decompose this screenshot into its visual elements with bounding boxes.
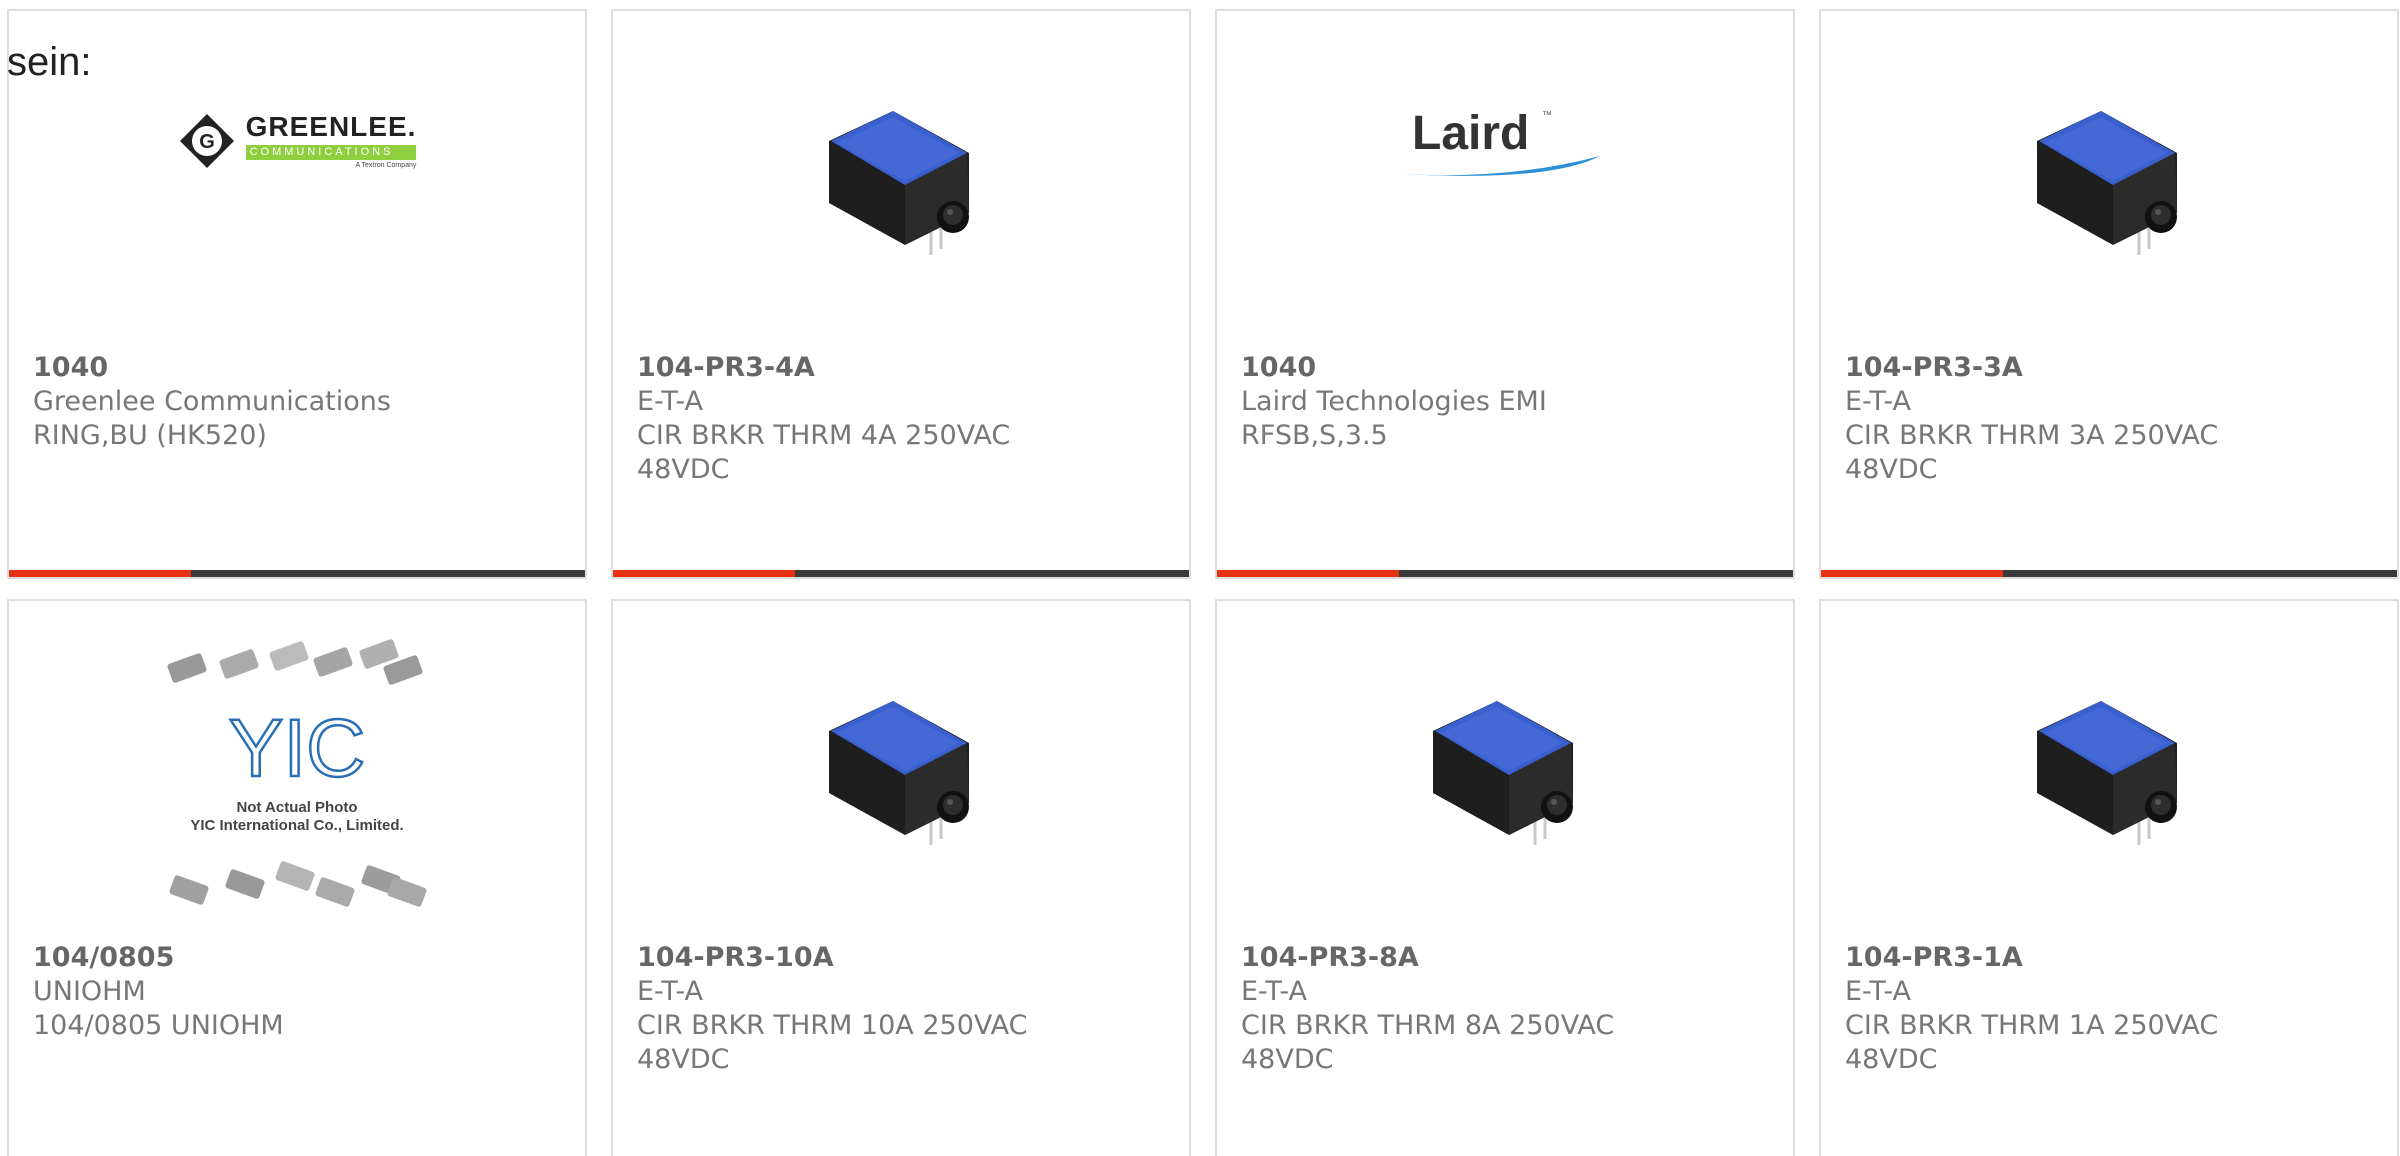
- manufacturer: E-T-A: [1845, 386, 1911, 417]
- card-accent-stripe: [9, 570, 191, 577]
- circuit-breaker-image: [2037, 111, 2177, 255]
- product-thumbnail[interactable]: [1821, 31, 2397, 351]
- product-card[interactable]: 104-PR3-1A E-T-A CIR BRKR THRM 1A 250VAC 4…: [1819, 599, 2399, 1156]
- description: CIR BRKR THRM 3A 250VAC 48VDC: [1845, 420, 2219, 485]
- description: CIR BRKR THRM 1A 250VAC 48VDC: [1845, 1010, 2219, 1075]
- product-thumbnail[interactable]: [1217, 621, 1793, 941]
- yic-placeholder-image: YIC Not Actual Photo YIC International C…: [167, 639, 427, 907]
- product-thumbnail[interactable]: G GREENLEE. COMMUNICATIONS A Textron Com…: [9, 31, 585, 351]
- product-thumbnail[interactable]: [613, 31, 1189, 351]
- card-bottom-bar: [613, 570, 1189, 577]
- product-info: 104-PR3-8A E-T-A CIR BRKR THRM 8A 250VAC 4…: [1241, 941, 1773, 1077]
- manufacturer: E-T-A: [1241, 976, 1307, 1007]
- part-number[interactable]: 104-PR3-8A: [1241, 941, 1773, 975]
- product-info: 104-PR3-4A E-T-A CIR BRKR THRM 4A 250VAC 4…: [637, 351, 1169, 487]
- part-number[interactable]: 104-PR3-10A: [637, 941, 1169, 975]
- circuit-breaker-image: [829, 701, 969, 845]
- product-card[interactable]: 104-PR3-10A E-T-A CIR BRKR THRM 10A 250VAC…: [611, 599, 1191, 1156]
- swoosh-icon: [1402, 156, 1600, 176]
- card-bottom-bar: [9, 570, 585, 577]
- part-number[interactable]: 104-PR3-1A: [1845, 941, 2377, 975]
- product-card[interactable]: 104-PR3-4A E-T-A CIR BRKR THRM 4A 250VAC 4…: [611, 9, 1191, 579]
- card-accent-stripe: [1821, 570, 2003, 577]
- product-grid: G GREENLEE. COMMUNICATIONS A Textron Com…: [7, 9, 2399, 1156]
- product-info: 104-PR3-3A E-T-A CIR BRKR THRM 3A 250VAC 4…: [1845, 351, 2377, 487]
- circuit-breaker-image: [1433, 701, 1573, 845]
- description: RFSB,S,3.5: [1241, 420, 1388, 451]
- manufacturer: E-T-A: [637, 976, 703, 1007]
- manufacturer: E-T-A: [1845, 976, 1911, 1007]
- part-number[interactable]: 104-PR3-4A: [637, 351, 1169, 385]
- greenlee-mark-icon: G: [179, 114, 234, 168]
- product-thumbnail[interactable]: [613, 621, 1189, 941]
- part-number[interactable]: 104/0805: [33, 941, 565, 975]
- product-thumbnail[interactable]: YIC Not Actual Photo YIC International C…: [9, 621, 585, 941]
- manufacturer: E-T-A: [637, 386, 703, 417]
- circuit-breaker-image: [2037, 701, 2177, 845]
- card-accent-stripe: [613, 570, 795, 577]
- product-info: 104-PR3-10A E-T-A CIR BRKR THRM 10A 250VAC…: [637, 941, 1169, 1077]
- description: RING,BU (HK520): [33, 420, 267, 451]
- card-bottom-bar: [1821, 570, 2397, 577]
- overlay-text: sein:: [7, 40, 92, 84]
- product-info: 1040 Laird Technologies EMI RFSB,S,3.5: [1241, 351, 1773, 453]
- product-info: 104/0805 UNIOHM 104/0805 UNIOHM: [33, 941, 565, 1043]
- laird-logo: Laird ™: [1400, 106, 1610, 176]
- card-bottom-bar: [1217, 570, 1793, 577]
- part-number[interactable]: 1040: [33, 351, 565, 385]
- product-thumbnail[interactable]: Laird ™: [1217, 31, 1793, 351]
- description: CIR BRKR THRM 4A 250VAC 48VDC: [637, 420, 1011, 485]
- circuit-breaker-image: [829, 111, 969, 255]
- svg-text:YIC International Co., Limited: YIC International Co., Limited.: [190, 817, 403, 834]
- svg-text:G: G: [199, 131, 215, 153]
- description: CIR BRKR THRM 10A 250VAC 48VDC: [637, 1010, 1028, 1075]
- svg-text:YIC: YIC: [229, 703, 366, 794]
- product-thumbnail[interactable]: [1821, 621, 2397, 941]
- product-card[interactable]: YIC Not Actual Photo YIC International C…: [7, 599, 587, 1156]
- manufacturer: UNIOHM: [33, 976, 146, 1007]
- product-grid-page: sein: G GREENLEE. COMMUNICATIONS A Textr…: [0, 0, 2400, 1156]
- product-info: 1040 Greenlee Communications RING,BU (HK52…: [33, 351, 565, 453]
- part-number[interactable]: 104-PR3-3A: [1845, 351, 2377, 385]
- product-card[interactable]: G GREENLEE. COMMUNICATIONS A Textron Com…: [7, 9, 587, 579]
- svg-text:Not Actual Photo: Not Actual Photo: [236, 799, 357, 816]
- card-accent-stripe: [1217, 570, 1399, 577]
- description: CIR BRKR THRM 8A 250VAC 48VDC: [1241, 1010, 1615, 1075]
- part-number[interactable]: 1040: [1241, 351, 1773, 385]
- greenlee-logo: G GREENLEE. COMMUNICATIONS A Textron Com…: [178, 112, 417, 170]
- manufacturer: Greenlee Communications: [33, 386, 391, 417]
- description: 104/0805 UNIOHM: [33, 1010, 284, 1041]
- product-card[interactable]: Laird ™ 1040 Laird Technologies EMI RFSB,S…: [1215, 9, 1795, 579]
- product-info: 104-PR3-1A E-T-A CIR BRKR THRM 1A 250VAC 4…: [1845, 941, 2377, 1077]
- product-card[interactable]: 104-PR3-8A E-T-A CIR BRKR THRM 8A 250VAC 4…: [1215, 599, 1795, 1156]
- product-card[interactable]: 104-PR3-3A E-T-A CIR BRKR THRM 3A 250VAC 4…: [1819, 9, 2399, 579]
- manufacturer: Laird Technologies EMI: [1241, 386, 1547, 417]
